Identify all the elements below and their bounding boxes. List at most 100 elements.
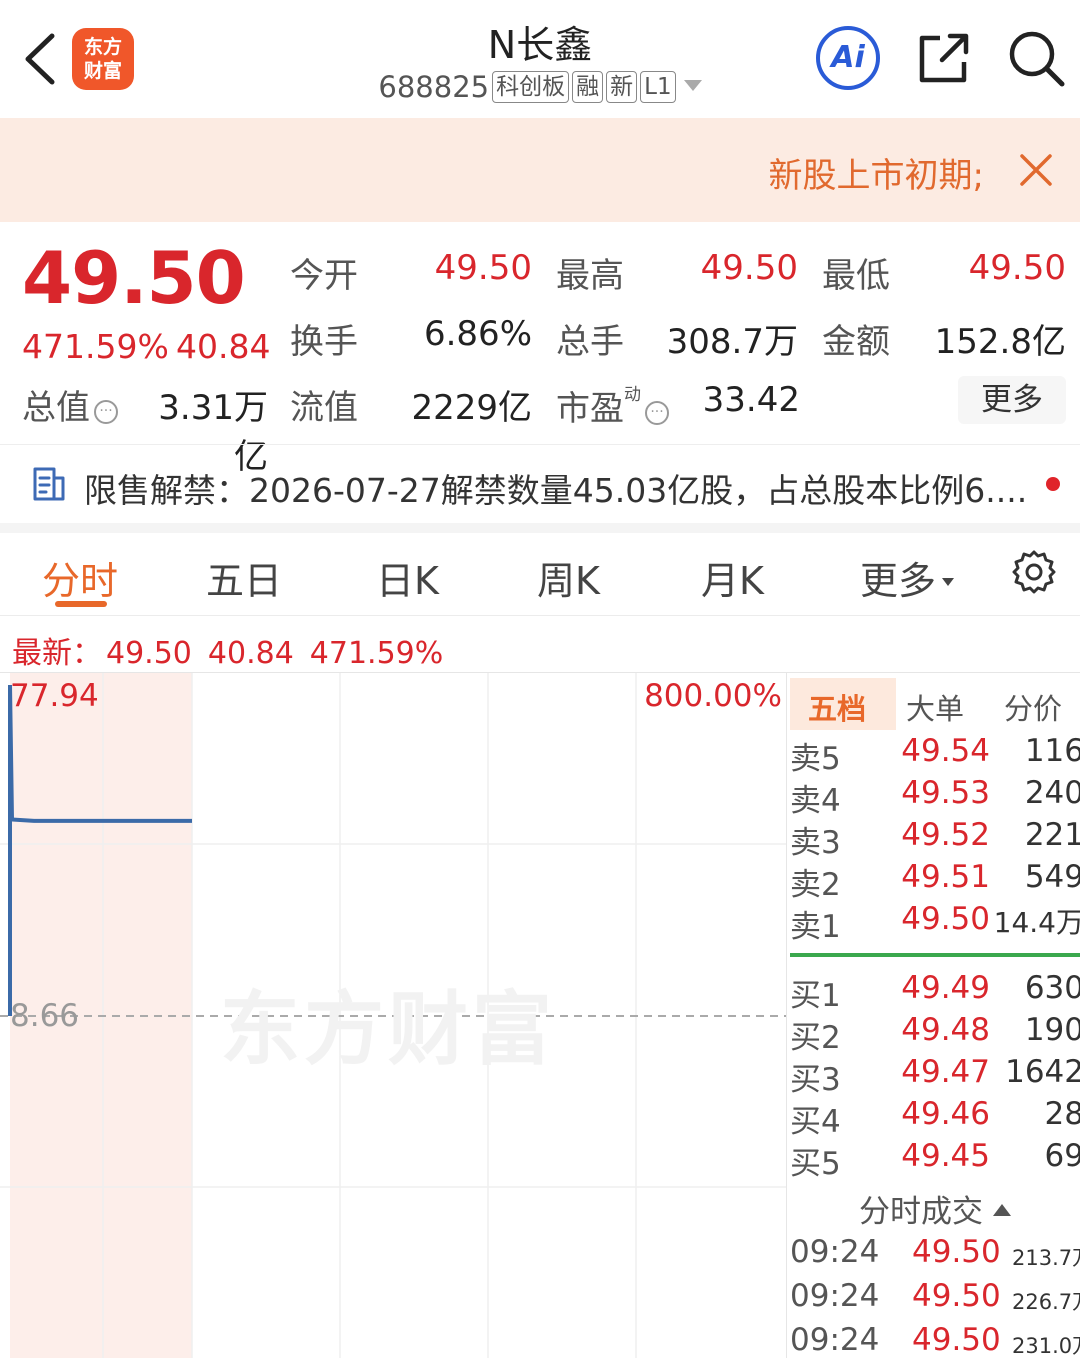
- float-label: 流值: [290, 388, 358, 428]
- bid-label: 买5: [790, 1146, 841, 1182]
- divider: [0, 444, 1080, 445]
- bid-row-2: 买2 49.48 190: [790, 1012, 1080, 1056]
- ask-row-5: 卖5 49.54 116: [790, 733, 1080, 777]
- ask-volume: 240: [1024, 775, 1080, 811]
- bid-volume: 1642: [1005, 1054, 1080, 1090]
- unlock-notice[interactable]: 限售解禁：2026-07-27解禁数量45.03亿股，占总股本比例6....: [84, 464, 1027, 512]
- pe-info-icon[interactable]: ···: [645, 401, 669, 425]
- latest-pct: 471.59%: [309, 636, 444, 671]
- tick-time: 09:24: [790, 1234, 880, 1270]
- turnover-label: 换手: [290, 322, 358, 362]
- tick-time: 09:24: [790, 1322, 880, 1358]
- tick-price: 49.50: [912, 1322, 1001, 1358]
- bid-price: 49.49: [901, 970, 990, 1006]
- tick-row: 09:24 49.50 231.0万: [790, 1322, 1080, 1358]
- stock-code: 688825: [378, 70, 490, 104]
- turnover-value: 6.86%: [423, 314, 532, 354]
- bid-label: 买2: [790, 1020, 841, 1056]
- latest-quote-line: 最新： 49.50 40.84 471.59%: [12, 628, 459, 672]
- bid-label: 买1: [790, 978, 841, 1014]
- total-value-group: 总值 ···: [22, 380, 118, 429]
- ask-price: 49.50: [901, 901, 990, 937]
- dropdown-triangle-icon: [942, 578, 955, 586]
- bid-volume: 190: [1024, 1012, 1080, 1048]
- bid-label: 买3: [790, 1062, 841, 1098]
- more-button[interactable]: 更多: [958, 376, 1066, 424]
- low-value: 49.50: [968, 248, 1066, 288]
- ask-row-3: 卖3 49.52 221: [790, 817, 1080, 861]
- tab-five-day[interactable]: 五日: [206, 550, 282, 605]
- bid-volume: 69: [1044, 1138, 1080, 1174]
- collapse-triangle-icon: [993, 1204, 1011, 1216]
- search-icon[interactable]: [1006, 28, 1066, 88]
- book-tab-big-orders[interactable]: 大单: [906, 686, 964, 728]
- book-tab-price-dist[interactable]: 分价: [1004, 686, 1062, 728]
- latest-price: 49.50: [106, 636, 192, 671]
- ask-volume: 221: [1024, 817, 1080, 853]
- tick-trades-title: 分时成交: [859, 1194, 983, 1230]
- tick-volume: 231.0万: [1012, 1334, 1080, 1358]
- banner-text[interactable]: 新股上市初期;: [769, 148, 984, 197]
- volume-value: 308.7万: [666, 322, 798, 362]
- ask-price: 49.51: [901, 859, 990, 895]
- tab-weekly-k[interactable]: 周K: [537, 550, 600, 605]
- bid-price: 49.46: [901, 1096, 990, 1132]
- tab-intraday[interactable]: 分时: [42, 550, 118, 605]
- float-value: 2229亿: [411, 388, 532, 428]
- change-percent: 471.59%: [22, 327, 169, 366]
- chart-y-max-label: 77.94: [10, 678, 99, 714]
- bid-ask-divider: [790, 953, 1080, 957]
- ask-label: 卖5: [790, 741, 841, 777]
- pe-group: 市盈动···: [556, 380, 669, 430]
- ask-row-2: 卖2 49.51 549: [790, 859, 1080, 903]
- chart-open-label: 8.66: [10, 998, 80, 1034]
- ask-label: 卖4: [790, 783, 841, 819]
- ask-price: 49.52: [901, 817, 990, 853]
- high-value: 49.50: [700, 248, 798, 288]
- chart-pct-max-label: 800.00%: [644, 678, 782, 714]
- tab-daily-k[interactable]: 日K: [376, 550, 439, 605]
- info-icon[interactable]: ···: [94, 400, 118, 424]
- tag-margin: 融: [572, 71, 604, 103]
- ask-volume: 14.4万: [993, 906, 1080, 939]
- bid-label: 买4: [790, 1104, 841, 1140]
- bid-price: 49.45: [901, 1138, 990, 1174]
- volume-label: 总手: [556, 322, 624, 362]
- tick-trades-toggle[interactable]: 分时成交: [790, 1186, 1080, 1231]
- latest-change: 40.84: [207, 636, 294, 671]
- close-icon[interactable]: [1016, 150, 1056, 190]
- tag-board: 科创板: [492, 71, 570, 103]
- bid-price: 49.48: [901, 1012, 990, 1048]
- pe-value: 33.42: [702, 380, 800, 420]
- document-icon: [33, 467, 65, 501]
- section-gap: [0, 523, 1080, 533]
- latest-label: 最新：: [12, 636, 102, 671]
- ask-label: 卖3: [790, 825, 841, 861]
- ask-label: 卖1: [790, 909, 841, 945]
- bid-row-5: 买5 49.45 69: [790, 1138, 1080, 1182]
- tick-price: 49.50: [912, 1234, 1001, 1270]
- ask-price: 49.54: [901, 733, 990, 769]
- change-amount: 40.84: [176, 327, 271, 366]
- gear-icon[interactable]: [1010, 548, 1058, 596]
- tab-more-label: 更多: [860, 559, 937, 603]
- ask-price: 49.53: [901, 775, 990, 811]
- bid-price: 49.47: [901, 1054, 990, 1090]
- bid-volume: 28: [1044, 1096, 1080, 1132]
- share-icon[interactable]: [916, 30, 972, 86]
- low-label: 最低: [822, 256, 890, 296]
- active-tab-indicator: [55, 601, 107, 607]
- tab-more[interactable]: 更多: [860, 550, 955, 605]
- ai-assistant-button[interactable]: Ai: [816, 26, 880, 90]
- tick-time: 09:24: [790, 1278, 880, 1314]
- book-tab-five-levels[interactable]: 五档: [808, 686, 866, 728]
- bid-row-3: 买3 49.47 1642: [790, 1054, 1080, 1098]
- amount-value: 152.8亿: [934, 322, 1066, 362]
- bid-row-4: 买4 49.46 28: [790, 1096, 1080, 1140]
- dropdown-caret-icon[interactable]: [683, 80, 702, 91]
- ask-label: 卖2: [790, 867, 841, 903]
- tab-monthly-k[interactable]: 月K: [701, 550, 764, 605]
- ask-volume: 549: [1024, 859, 1080, 895]
- tick-volume: 213.7万: [1012, 1246, 1080, 1270]
- pe-sup: 动: [624, 385, 641, 405]
